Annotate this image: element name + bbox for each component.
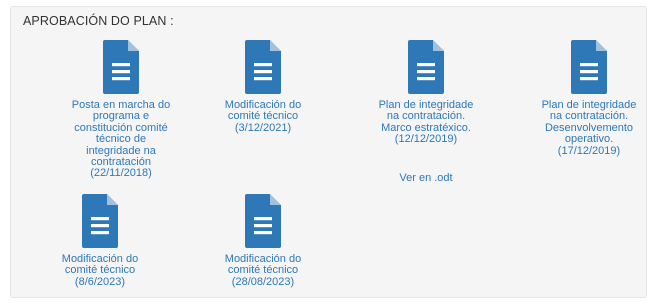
document-link-desenvolvemento-operativo[interactable]: Plan de integridade na contratación. Des… bbox=[504, 40, 653, 157]
document-link-modificacion-2023-08[interactable]: Modificación do comité técnico (28/08/20… bbox=[178, 194, 348, 288]
document-icon bbox=[245, 194, 281, 248]
document-link-modificacion-2021[interactable]: Modificación do comité técnico (3/12/202… bbox=[178, 40, 348, 134]
view-odt-link[interactable]: Ver en .odt bbox=[341, 172, 511, 184]
document-title[interactable]: Modificación do comité técnico (28/08/20… bbox=[178, 253, 348, 288]
document-icon bbox=[82, 194, 118, 248]
document-link-modificacion-2023-06[interactable]: Modificación do comité técnico (8/6/2023… bbox=[15, 194, 185, 288]
document-title[interactable]: Modificación do comité técnico (8/6/2023… bbox=[15, 253, 185, 288]
document-icon bbox=[408, 40, 444, 94]
document-title[interactable]: Plan de integridade na contratación. Mar… bbox=[341, 99, 511, 146]
document-title[interactable]: Plan de integridade na contratación. Des… bbox=[504, 99, 653, 157]
document-icon bbox=[103, 40, 139, 94]
document-icon bbox=[571, 40, 607, 94]
document-title[interactable]: Modificación do comité técnico (3/12/202… bbox=[178, 99, 348, 134]
document-link-marco-estratexico[interactable]: Plan de integridade na contratación. Mar… bbox=[341, 40, 511, 146]
document-icon bbox=[245, 40, 281, 94]
section-title: APROBACIÓN DO PLAN : bbox=[23, 14, 174, 28]
